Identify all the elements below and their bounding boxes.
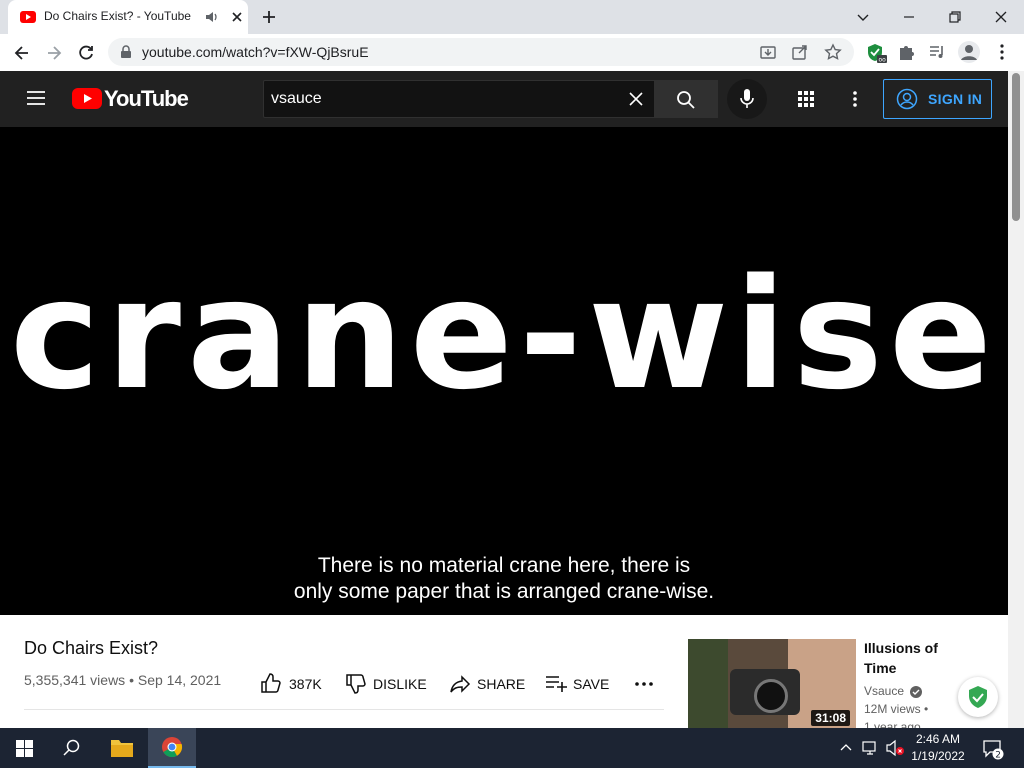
caption-line-2: only some paper that is arranged crane-w… — [293, 580, 715, 603]
tab-audio-icon[interactable] — [205, 10, 219, 24]
playlist-add-icon — [545, 674, 567, 694]
extensions-puzzle-icon[interactable] — [897, 43, 915, 61]
recommended-title-line-1: Illusions of — [864, 640, 938, 656]
dislike-label: DISLIKE — [373, 676, 427, 692]
taskbar-clock[interactable]: 2:46 AM 1/19/2022 — [908, 731, 968, 765]
thumbnail-background — [688, 639, 728, 728]
share-button[interactable]: SHARE — [449, 672, 529, 696]
recommended-views: 12M views • — [864, 702, 929, 716]
recommended-title-line-2: Time — [864, 660, 897, 676]
reload-icon[interactable] — [76, 43, 96, 63]
adblock-shield-button[interactable] — [958, 677, 998, 717]
profile-avatar-icon[interactable] — [958, 41, 980, 63]
url-text: youtube.com/watch?v=fXW-QjBsruE — [142, 44, 369, 60]
chrome-icon — [161, 736, 183, 758]
save-label: SAVE — [573, 676, 610, 692]
verified-check-icon — [910, 685, 923, 698]
channel-name: Vsauce — [864, 684, 905, 698]
lock-icon[interactable] — [120, 45, 132, 59]
like-button[interactable]: 387K — [260, 672, 332, 696]
extension-shield-icon[interactable]: oo — [866, 42, 888, 64]
restore-icon[interactable] — [944, 6, 966, 28]
thumbs-down-icon — [345, 673, 367, 695]
back-icon[interactable] — [12, 43, 32, 63]
youtube-logo-text[interactable]: YouTube — [104, 86, 189, 112]
account-circle-icon — [896, 88, 918, 110]
new-tab-icon[interactable] — [260, 8, 278, 26]
tab-search-chevron-icon[interactable] — [852, 6, 874, 28]
notification-count: 2 — [995, 751, 1001, 761]
action-center-icon[interactable]: 2 — [982, 738, 1004, 760]
network-icon[interactable] — [862, 739, 880, 757]
tab-title: Do Chairs Exist? - YouTube — [44, 9, 191, 23]
more-actions-icon[interactable] — [634, 678, 654, 690]
file-explorer-icon[interactable] — [110, 737, 134, 759]
caption-line-1: There is no material crane here, there i… — [317, 554, 691, 577]
camera-lens — [754, 679, 788, 713]
like-count: 387K — [289, 676, 322, 692]
chrome-menu-icon[interactable] — [994, 43, 1010, 61]
video-views-date: 5,355,341 views • Sep 14, 2021 — [24, 672, 222, 688]
youtube-favicon-icon — [20, 11, 36, 23]
clock-date: 1/19/2022 — [911, 749, 965, 763]
video-player[interactable]: crane-wise There is no material crane he… — [0, 127, 1008, 615]
search-button[interactable] — [655, 80, 718, 118]
search-icon — [676, 90, 696, 110]
show-hidden-icons-chevron-icon[interactable] — [840, 742, 852, 752]
voice-search-button[interactable] — [727, 79, 767, 119]
recommended-video-thumbnail[interactable]: 31:08 — [688, 639, 856, 728]
microphone-icon — [739, 88, 755, 110]
video-duration: 31:08 — [811, 710, 850, 726]
recommended-channel[interactable]: Vsauce — [864, 684, 923, 698]
taskbar-chrome-button[interactable] — [148, 728, 196, 768]
scrollbar-thumb[interactable] — [1012, 73, 1020, 221]
taskbar-search-icon[interactable] — [63, 739, 81, 757]
minimize-icon[interactable] — [898, 6, 920, 28]
media-control-icon[interactable] — [928, 43, 946, 61]
windows-start-icon[interactable] — [16, 740, 33, 757]
settings-more-icon[interactable] — [847, 90, 863, 108]
share-arrow-icon — [449, 673, 471, 695]
install-app-icon[interactable] — [760, 44, 776, 60]
windows-taskbar: 2 — [0, 728, 1024, 768]
apps-grid-icon[interactable] — [797, 90, 815, 108]
window-close-icon[interactable] — [990, 6, 1012, 28]
extension-badge: oo — [879, 57, 887, 64]
volume-muted-icon[interactable] — [885, 739, 905, 757]
recommended-age: 1 year ago — [864, 720, 921, 728]
dislike-button[interactable]: DISLIKE — [345, 672, 435, 696]
share-page-icon[interactable] — [792, 44, 808, 60]
address-bar[interactable]: youtube.com/watch?v=fXW-QjBsruE — [108, 38, 854, 66]
browser-tab[interactable]: Do Chairs Exist? - YouTube — [8, 0, 248, 34]
youtube-logo-icon[interactable] — [72, 88, 102, 109]
hamburger-menu-icon[interactable] — [26, 90, 46, 106]
forward-icon[interactable] — [44, 43, 64, 63]
sign-in-label: SIGN IN — [928, 91, 983, 107]
search-query: vsauce — [271, 90, 322, 107]
bookmark-star-icon[interactable] — [824, 43, 842, 61]
thumbs-up-icon — [260, 672, 282, 694]
tab-close-icon[interactable] — [230, 10, 244, 24]
video-caption: There is no material crane here, there i… — [0, 553, 1008, 605]
video-overlay-text: crane-wise — [9, 246, 999, 423]
shield-check-icon — [967, 685, 989, 709]
share-label: SHARE — [477, 676, 526, 692]
page-scrollbar[interactable] — [1008, 71, 1024, 728]
search-input[interactable]: vsauce — [263, 80, 655, 118]
browser-toolbar: youtube.com/watch?v=fXW-QjBsruE oo — [0, 34, 1024, 72]
video-title: Do Chairs Exist? — [24, 638, 159, 658]
divider — [24, 709, 664, 710]
save-button[interactable]: SAVE — [545, 672, 615, 696]
sign-in-button[interactable]: SIGN IN — [883, 79, 992, 119]
clock-time: 2:46 AM — [915, 732, 961, 746]
clear-search-icon[interactable] — [628, 91, 644, 107]
recommended-video-title[interactable]: Illusions of Time — [864, 638, 954, 678]
